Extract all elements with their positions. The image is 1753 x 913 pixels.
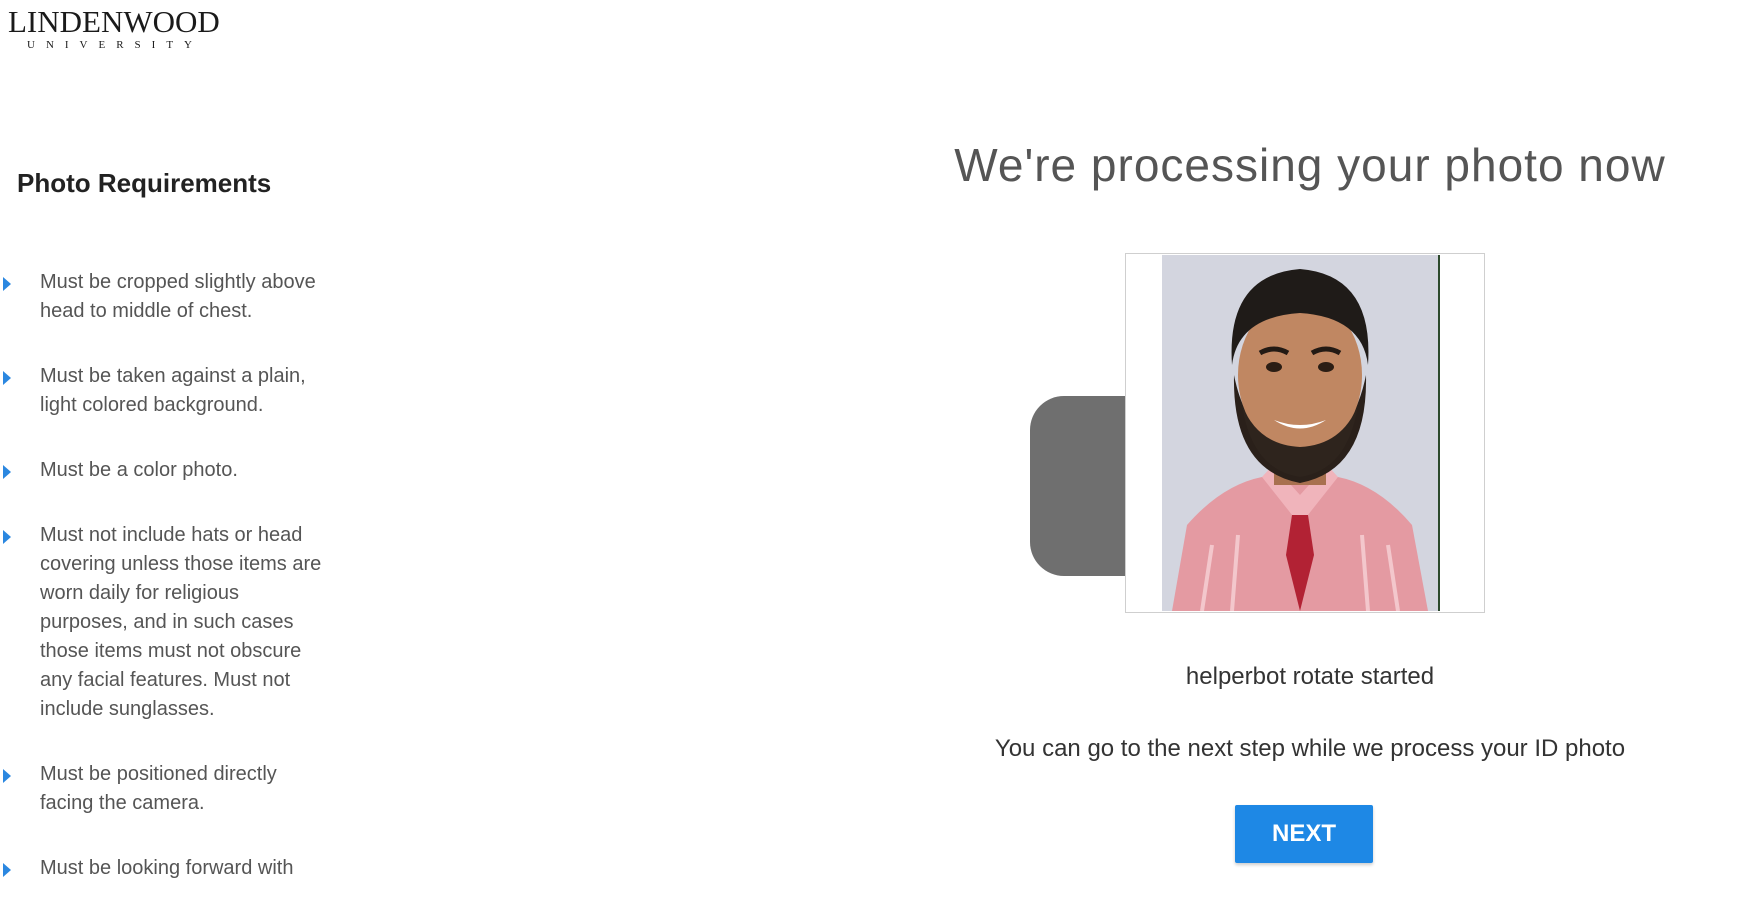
list-item: Must be cropped slightly above head to m… xyxy=(0,268,330,326)
university-logo: LINDENWOOD UNIVERSITY xyxy=(8,6,238,52)
status-text: helperbot rotate started xyxy=(1185,663,1435,690)
list-item: Must be taken against a plain, light col… xyxy=(0,362,330,420)
list-item: Must be positioned directly facing the c… xyxy=(0,760,330,818)
list-item: Must be a color photo. xyxy=(0,456,330,485)
requirement-text: Must be looking forward with xyxy=(40,857,294,879)
chevron-right-icon xyxy=(3,277,11,291)
id-photo xyxy=(1162,255,1440,611)
info-text: You can go to the next step while we pro… xyxy=(994,735,1626,762)
chevron-right-icon xyxy=(3,371,11,385)
photo-upload-page: LINDENWOOD UNIVERSITY Photo Requirements… xyxy=(0,0,1753,913)
chevron-right-icon xyxy=(3,769,11,783)
requirement-text: Must be positioned directly facing the c… xyxy=(40,763,277,814)
logo-wordmark: LINDENWOOD xyxy=(8,4,220,39)
next-button[interactable]: NEXT xyxy=(1235,805,1373,863)
requirement-text: Must be taken against a plain, light col… xyxy=(40,365,306,416)
chevron-right-icon xyxy=(3,530,11,544)
requirements-title: Photo Requirements xyxy=(17,168,272,198)
logo-subtitle: UNIVERSITY xyxy=(27,39,203,51)
page-title: We're processing your photo now xyxy=(954,139,1666,191)
requirements-list: Must be cropped slightly above head to m… xyxy=(0,268,340,913)
chevron-right-icon xyxy=(3,863,11,877)
chevron-right-icon xyxy=(3,465,11,479)
list-item: Must be looking forward with xyxy=(0,854,330,883)
requirement-text: Must be a color photo. xyxy=(40,459,238,481)
list-item: Must not include hats or head covering u… xyxy=(0,521,330,724)
requirement-text: Must be cropped slightly above head to m… xyxy=(40,271,316,322)
requirement-text: Must not include hats or head covering u… xyxy=(40,524,322,720)
photo-preview-area xyxy=(1030,253,1490,623)
portrait-image xyxy=(1162,255,1438,611)
